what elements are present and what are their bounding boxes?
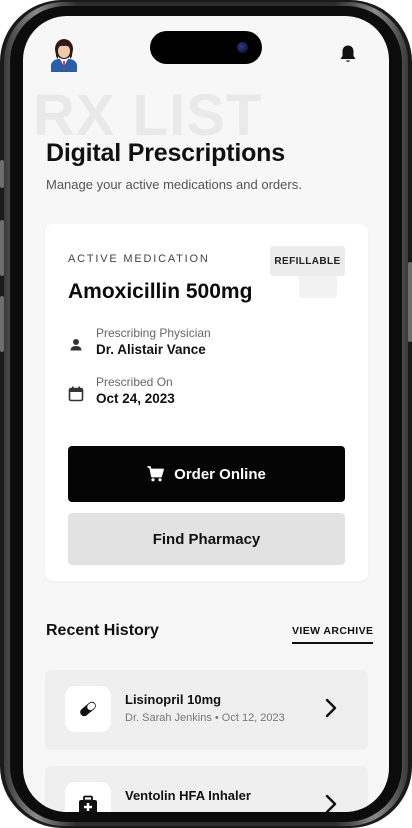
doctor-avatar-icon[interactable] bbox=[49, 38, 79, 72]
medication-name: Amoxicillin 500mg bbox=[68, 280, 253, 303]
physician-value: Dr. Alistair Vance bbox=[96, 342, 206, 357]
medical-kit-icon bbox=[79, 795, 97, 812]
app-screen: RX LIST Digital Prescriptions Manage you… bbox=[23, 16, 389, 812]
order-online-label: Order Online bbox=[174, 465, 266, 483]
camera-icon bbox=[237, 42, 248, 53]
view-archive-link[interactable]: VIEW ARCHIVE bbox=[292, 625, 374, 644]
bell-icon[interactable] bbox=[339, 44, 357, 64]
phone-frame: RX LIST Digital Prescriptions Manage you… bbox=[0, 0, 412, 828]
history-icon-box bbox=[65, 686, 111, 732]
chevron-right-icon bbox=[325, 794, 337, 812]
physician-row: Prescribing Physician Dr. Alistair Vance bbox=[68, 326, 338, 362]
date-value: Oct 24, 2023 bbox=[96, 391, 175, 406]
date-label: Prescribed On bbox=[96, 375, 173, 389]
history-item-meta: Dr. Sarah Jenkins • Oct 12, 2023 bbox=[125, 712, 285, 724]
dynamic-island bbox=[150, 31, 262, 64]
physician-label: Prescribing Physician bbox=[96, 326, 211, 340]
person-icon bbox=[70, 339, 82, 351]
find-pharmacy-button[interactable]: Find Pharmacy bbox=[68, 513, 345, 565]
badge-shadow bbox=[299, 276, 337, 298]
recent-history-title: Recent History bbox=[46, 622, 159, 639]
pill-icon bbox=[80, 701, 96, 717]
side-button-power bbox=[408, 262, 412, 342]
find-pharmacy-label: Find Pharmacy bbox=[152, 530, 261, 548]
history-item-name: Lisinopril 10mg bbox=[125, 692, 222, 707]
order-online-button[interactable]: Order Online bbox=[68, 446, 345, 502]
history-item[interactable]: Ventolin HFA Inhaler bbox=[45, 766, 368, 812]
page-subtitle: Manage your active medications and order… bbox=[46, 177, 302, 192]
active-medication-card: ACTIVE MEDICATION REFILLABLE Amoxicillin… bbox=[45, 224, 368, 581]
page-title: Digital Prescriptions bbox=[46, 139, 285, 167]
side-button-volume-up bbox=[0, 220, 4, 276]
prescribed-date-row: Prescribed On Oct 24, 2023 bbox=[68, 375, 338, 411]
refillable-badge: REFILLABLE bbox=[270, 246, 345, 276]
side-button-silent bbox=[0, 160, 4, 188]
card-eyebrow: ACTIVE MEDICATION bbox=[68, 253, 210, 265]
side-button-volume-down bbox=[0, 296, 4, 352]
history-icon-box bbox=[65, 782, 111, 812]
history-item[interactable]: Lisinopril 10mg Dr. Sarah Jenkins • Oct … bbox=[45, 670, 368, 750]
chevron-right-icon bbox=[325, 698, 337, 718]
calendar-icon bbox=[68, 386, 84, 402]
shopping-cart-icon bbox=[147, 466, 165, 482]
history-item-name: Ventolin HFA Inhaler bbox=[125, 788, 251, 803]
